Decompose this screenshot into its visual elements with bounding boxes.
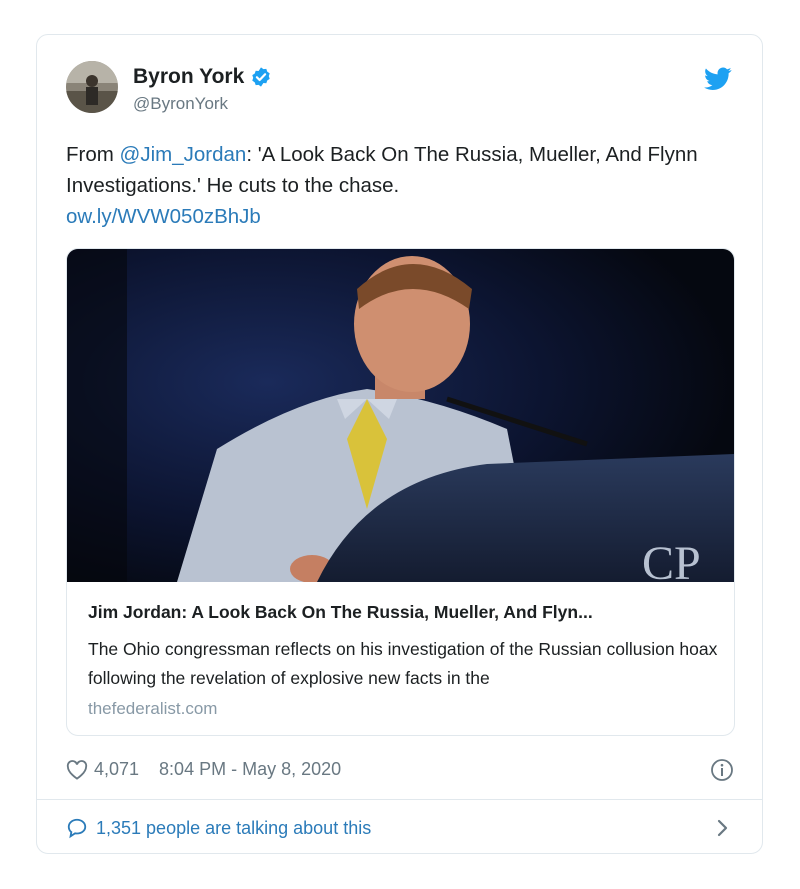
mention-link[interactable]: @Jim_Jordan [120,143,247,166]
like-count[interactable]: 4,071 [94,759,139,780]
twitter-bird-icon[interactable] [704,67,732,91]
conversation-link[interactable]: 1,351 people are talking about this [66,817,371,839]
timestamp[interactable]: 8:04 PM - May 8, 2020 [159,759,341,780]
tweet-embed: Byron York @ByronYork From @Jim_Jordan: … [36,34,763,854]
heart-icon[interactable] [66,759,88,780]
speech-bubble-icon [67,818,87,839]
chevron-right-icon[interactable] [716,817,730,839]
info-icon[interactable] [710,758,734,782]
avatar[interactable] [66,61,118,113]
card-title[interactable]: Jim Jordan: A Look Back On The Russia, M… [88,602,708,623]
card-image[interactable]: CP [67,249,734,582]
author-name[interactable]: Byron York [133,65,244,89]
link-card[interactable]: CP Jim Jordan: A Look Back On The Russia… [66,248,735,736]
card-domain: thefederalist.com [88,699,218,718]
card-description: The Ohio congressman reflects on his inv… [88,639,718,688]
svg-text:CP: CP [642,537,701,582]
divider [37,799,762,800]
conversation-text[interactable]: 1,351 people are talking about this [96,818,371,839]
verified-badge-icon [252,67,270,87]
tweet-meta: 4,071 8:04 PM - May 8, 2020 [66,759,341,780]
author-row: Byron York [133,65,272,89]
tweet-url-link[interactable]: ow.ly/WVW050zBhJb [66,205,261,228]
tweet-text-prefix: From [66,143,120,166]
tweet-text: From @Jim_Jordan: 'A Look Back On The Ru… [66,139,736,232]
author-handle[interactable]: @ByronYork [133,94,228,114]
